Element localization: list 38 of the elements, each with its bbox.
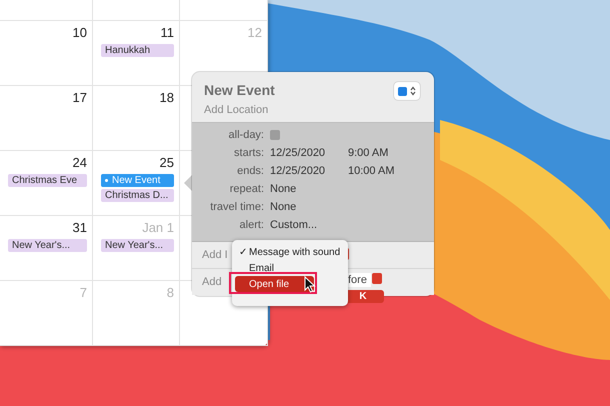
field-label: alert: [238,219,264,231]
calendar-event[interactable]: New Year's... [101,238,174,252]
menu-item[interactable]: Email [235,260,345,276]
day-number: Jan 1 [142,220,174,235]
field-label: starts: [233,147,264,159]
field-label: repeat: [228,183,264,195]
day-number: 18 [160,90,174,105]
field-label: all-day: [228,129,264,141]
day-number: 10 [72,24,87,40]
calendar-event[interactable]: Hanukkah [101,44,174,57]
day-number: 24 [72,154,87,170]
day-number: 11 [160,24,174,40]
calendar-event[interactable]: Christmas D... [101,188,174,202]
day-number: 12 [248,24,262,40]
all-day-checkbox[interactable] [270,130,280,140]
event-title[interactable]: New Event [204,82,422,98]
field-label: travel time: [209,201,264,213]
day-number: 7 [80,284,87,300]
calendar-event[interactable]: Christmas Eve [8,174,87,187]
pointer-cursor-icon [304,276,316,293]
date-field[interactable]: 12/25/2020 [270,165,348,177]
day-number: 25 [160,154,174,170]
field-value[interactable]: None [270,201,296,213]
field-value[interactable]: None [270,183,296,195]
calendar-event[interactable]: New Year's... [8,238,87,252]
popup-stepper[interactable] [372,273,382,284]
stepper-arrows-icon [410,86,416,96]
date-field[interactable]: 12/25/2020 [270,147,348,159]
time-field[interactable]: 10:00 AM [348,165,394,177]
field-label: ends: [236,165,264,177]
field-value[interactable]: Custom... [270,219,318,231]
menu-item[interactable]: Open file [235,276,314,292]
day-number: 8 [166,284,174,300]
time-field[interactable]: 9:00 AM [348,147,388,159]
day-number: 17 [72,90,87,105]
menu-item[interactable]: ✓ Message with sound [235,244,345,260]
calendar-color-button[interactable] [394,82,420,100]
day-number: 31 [72,220,87,235]
